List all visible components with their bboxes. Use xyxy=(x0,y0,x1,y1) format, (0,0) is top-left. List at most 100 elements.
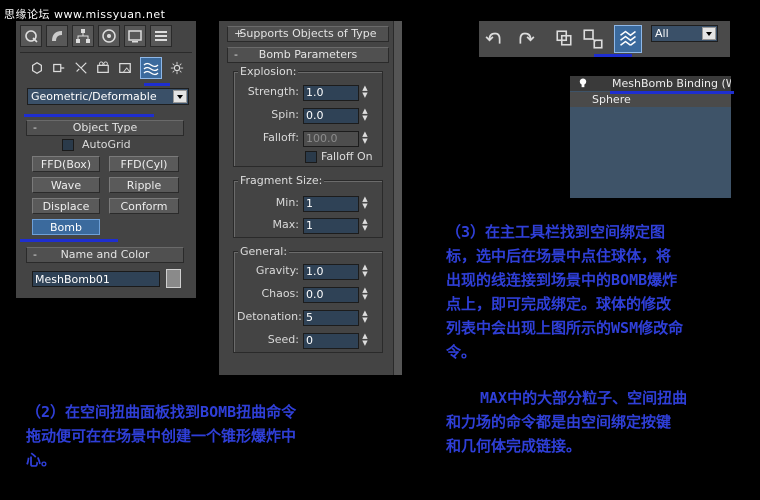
stack-item-label: MeshBomb Binding (WSM xyxy=(612,77,731,90)
note-line: （2）在空间扭曲面板找到BOMB扭曲命令 xyxy=(26,403,297,421)
bomb-button[interactable]: Bomb xyxy=(32,219,100,235)
falloff-field[interactable]: 100.0 xyxy=(303,131,359,147)
space-warps-underline xyxy=(144,83,170,86)
note-line: 心。 xyxy=(26,451,57,469)
lights-icon[interactable] xyxy=(74,61,88,75)
detonation-field[interactable]: 5 xyxy=(303,310,359,326)
displace-button[interactable]: Displace xyxy=(32,198,100,214)
spinner-arrows-icon[interactable]: ▲ ▼ xyxy=(361,287,369,301)
stack-item-sphere[interactable]: Sphere xyxy=(570,92,731,107)
note-line: （3）在主工具栏找到空间绑定图 xyxy=(446,223,666,241)
max-label: Max: xyxy=(272,218,299,231)
falloff-on-box[interactable] xyxy=(305,151,317,163)
autogrid-label: AutoGrid xyxy=(82,138,131,151)
conform-button[interactable]: Conform xyxy=(109,198,179,214)
spinner-arrows-icon[interactable]: ▲ ▼ xyxy=(361,218,369,232)
wave-button[interactable]: Wave xyxy=(32,177,100,193)
note-line: 标，选中后在场景中点住球体，将 xyxy=(446,247,672,265)
chaos-field[interactable]: 0.0 xyxy=(303,287,359,303)
select-link-icon[interactable] xyxy=(555,29,573,47)
name-color-title: Name and Color xyxy=(60,248,150,261)
autogrid-checkbox[interactable]: AutoGrid xyxy=(62,138,152,151)
stack-item-meshbomb-binding[interactable]: MeshBomb Binding (WSM xyxy=(570,76,731,91)
main-toolbar: All xyxy=(479,21,730,57)
supports-rollout-header[interactable]: + Supports Objects of Type xyxy=(227,26,389,42)
modify-icon[interactable] xyxy=(46,25,68,47)
create-panel: Geometric/Deformable - Object Type AutoG… xyxy=(16,21,196,298)
note-line: 拖动便可在在场景中创建一个锥形爆炸中 xyxy=(26,427,297,445)
name-color-rollout-header[interactable]: - Name and Color xyxy=(26,247,184,263)
note-line: MAX中的大部分粒子、空间扭曲 xyxy=(480,389,688,407)
redo-icon[interactable] xyxy=(517,29,535,47)
geometry-icon[interactable] xyxy=(30,61,44,75)
max-field[interactable]: 1 xyxy=(303,218,359,234)
display-icon[interactable] xyxy=(124,25,146,47)
undo-icon[interactable] xyxy=(485,29,503,47)
cameras-icon[interactable] xyxy=(96,61,110,75)
strength-field[interactable]: 1.0 xyxy=(303,85,359,101)
stack-item-label: Sphere xyxy=(592,93,631,106)
ripple-button[interactable]: Ripple xyxy=(109,177,179,193)
unlink-icon[interactable] xyxy=(583,29,603,49)
panel-scrollbar[interactable] xyxy=(393,21,402,375)
dropdown-value: Geometric/Deformable xyxy=(31,90,157,103)
utilities-icon[interactable] xyxy=(150,25,172,47)
min-spinner: Min: 1 ▲ ▼ xyxy=(237,196,377,212)
seed-label: Seed: xyxy=(267,333,299,346)
fragment-size-label: Fragment Size: xyxy=(238,174,325,187)
spin-spinner: Spin: 0.0 ▲ ▼ xyxy=(237,108,377,124)
spinner-arrows-icon[interactable]: ▲ ▼ xyxy=(361,333,369,347)
hierarchy-icon[interactable] xyxy=(72,25,94,47)
object-color-swatch[interactable] xyxy=(166,269,181,288)
systems-icon[interactable] xyxy=(170,61,184,75)
falloff-spinner: Falloff: 100.0 ▲ ▼ xyxy=(237,131,377,147)
explosion-label: Explosion: xyxy=(238,65,299,78)
autogrid-box[interactable] xyxy=(62,139,74,151)
ffd-box-button[interactable]: FFD(Box) xyxy=(32,156,100,172)
object-type-rollout-header[interactable]: - Object Type xyxy=(26,120,184,136)
seed-field[interactable]: 0 xyxy=(303,333,359,349)
supports-title: Supports Objects of Type xyxy=(239,27,377,40)
modifier-stack: MeshBomb Binding (WSM Sphere xyxy=(570,76,731,198)
command-panel-tabs xyxy=(20,25,192,49)
helpers-icon[interactable] xyxy=(118,61,132,75)
step2-note: （2）在空间扭曲面板找到BOMB扭曲命令 拖动便可在在场景中创建一个锥形爆炸中 … xyxy=(26,400,406,472)
chaos-label: Chaos: xyxy=(261,287,299,300)
gravity-field[interactable]: 1.0 xyxy=(303,264,359,280)
strength-spinner: Strength: 1.0 ▲ ▼ xyxy=(237,85,377,101)
object-name-value: MeshBomb01 xyxy=(35,273,110,286)
falloff-on-checkbox[interactable]: Falloff On xyxy=(305,150,385,163)
detonation-spinner: Detonation: 5 ▲ ▼ xyxy=(237,310,377,326)
motion-icon[interactable] xyxy=(98,25,120,47)
object-name-field[interactable]: MeshBomb01 xyxy=(32,271,160,287)
space-warps-icon[interactable] xyxy=(140,57,162,79)
bomb-params-rollout-header[interactable]: - Bomb Parameters xyxy=(227,47,389,63)
spin-field[interactable]: 0.0 xyxy=(303,108,359,124)
note-line: 和几何体完成链接。 xyxy=(446,437,582,455)
create-icon[interactable] xyxy=(20,25,42,47)
lightbulb-icon[interactable] xyxy=(578,78,588,89)
spinner-arrows-icon[interactable]: ▲ ▼ xyxy=(361,264,369,278)
category-tabs xyxy=(24,57,192,81)
gravity-spinner: Gravity: 1.0 ▲ ▼ xyxy=(237,264,377,280)
spinner-arrows-icon[interactable]: ▲ ▼ xyxy=(361,108,369,122)
max-spinner: Max: 1 ▲ ▼ xyxy=(237,218,377,234)
chevron-down-icon[interactable] xyxy=(173,90,187,103)
general-label: General: xyxy=(238,245,290,258)
min-field[interactable]: 1 xyxy=(303,196,359,212)
spinner-arrows-icon[interactable]: ▲ ▼ xyxy=(361,85,369,99)
binding-underline xyxy=(610,91,734,94)
selection-filter-value: All xyxy=(655,27,669,40)
category-dropdown[interactable]: Geometric/Deformable xyxy=(27,88,189,105)
detonation-label: Detonation: xyxy=(237,310,302,323)
min-label: Min: xyxy=(275,196,299,209)
spinner-arrows-icon[interactable]: ▲ ▼ xyxy=(361,131,369,145)
spinner-arrows-icon[interactable]: ▲ ▼ xyxy=(361,196,369,210)
shapes-icon[interactable] xyxy=(52,61,66,75)
max-note: MAX中的大部分粒子、空间扭曲 和力场的命令都是由空间绑定按键 和几何体完成链接… xyxy=(446,386,756,458)
bind-space-warp-icon[interactable] xyxy=(614,25,642,53)
chevron-down-icon[interactable] xyxy=(702,27,716,40)
spinner-arrows-icon[interactable]: ▲ ▼ xyxy=(361,310,369,324)
ffd-cyl-button[interactable]: FFD(Cyl) xyxy=(109,156,179,172)
selection-filter-dropdown[interactable]: All xyxy=(651,25,718,42)
